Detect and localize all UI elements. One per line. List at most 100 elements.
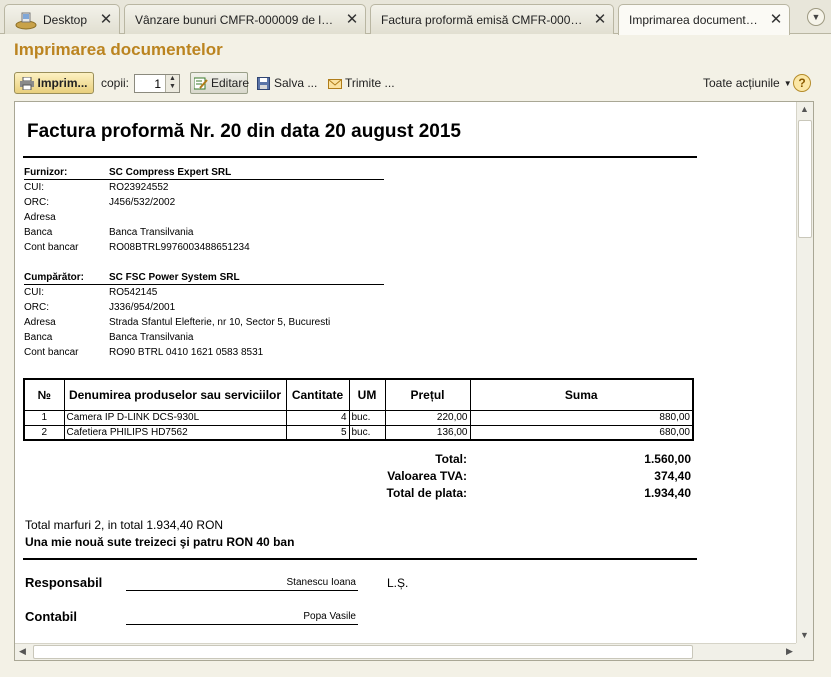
chevron-down-icon: ▼: [783, 78, 792, 88]
supplier-block: Furnizor: SC Compress Expert SRL CUI: RO2…: [24, 165, 384, 255]
all-actions-label: Toate acțiunile: [703, 76, 780, 90]
tab-desktop[interactable]: Desktop ✕: [4, 4, 120, 34]
tab-sale[interactable]: Vânzare bunuri CMFR-000009 de la 08.... …: [124, 4, 366, 34]
printer-icon: [20, 76, 35, 90]
close-icon[interactable]: ✕: [769, 12, 783, 27]
tab-proforma[interactable]: Factura proformă emisă CMFR-000020 d... …: [370, 4, 614, 34]
tab-print-documents[interactable]: Imprimarea documentelor ✕: [618, 4, 790, 35]
cell-number: 1: [23, 409, 65, 426]
save-label: Salva ...: [274, 76, 318, 90]
close-icon[interactable]: ✕: [99, 12, 113, 27]
scroll-thumb[interactable]: [798, 120, 812, 238]
field-value: RO542145: [109, 287, 158, 298]
cell-unit: buc.: [348, 424, 386, 441]
supplier-heading-label: Furnizor:: [24, 167, 68, 178]
send-button[interactable]: Trimite ...: [328, 72, 395, 94]
tab-label: Factura proformă emisă CMFR-000020 d...: [381, 12, 587, 27]
field-label: CUI:: [24, 182, 44, 193]
stamp-label: L.Ș.: [387, 576, 409, 590]
scroll-left-icon[interactable]: ◀: [15, 644, 30, 659]
vat-value: 374,40: [654, 469, 691, 483]
field-value: RO08BTRL9976003488651234: [109, 242, 250, 253]
print-button[interactable]: Imprim...: [14, 72, 94, 94]
field-label: CUI:: [24, 287, 44, 298]
grand-total-row: Total de plata: 1.934,40: [355, 486, 691, 500]
accountant-signature-line: Popa Vasile: [126, 610, 358, 625]
printed-document: Factura proformă Nr. 20 din data 20 augu…: [15, 102, 797, 643]
column-header: Suma: [469, 378, 694, 411]
cell-product: Camera IP D-LINK DCS-930L: [63, 409, 287, 426]
save-button[interactable]: Salva ...: [257, 72, 317, 94]
column-header: Cantitate: [285, 378, 350, 411]
responsible-signature-line: Stanescu Ioana: [126, 576, 358, 591]
cell-unit: buc.: [348, 409, 386, 426]
scroll-thumb[interactable]: [33, 645, 693, 659]
field-label: Banca: [24, 332, 53, 343]
column-header: Prețul: [384, 378, 471, 411]
total-row: Total: 1.560,00: [355, 452, 691, 466]
field-value: Banca Transilvania: [109, 332, 194, 343]
print-label: Imprim...: [37, 76, 88, 90]
supplier-name: SC Compress Expert SRL: [109, 167, 232, 178]
copies-stepper[interactable]: 1 ▲ ▼: [134, 74, 180, 93]
vat-label: Valoarea TVA:: [387, 469, 467, 483]
grand-total-value: 1.934,40: [644, 486, 691, 500]
field-value: Strada Sfantul Elefterie, nr 10, Sector …: [109, 317, 331, 328]
field-label: Cont bancar: [24, 242, 79, 253]
edit-label: Editare: [211, 76, 250, 90]
cell-price: 136,00: [384, 424, 471, 441]
edit-icon: [193, 77, 208, 90]
tab-label: Desktop: [43, 12, 88, 27]
cell-number: 2: [23, 424, 65, 441]
amount-in-words: Una mie nouă sute treizeci şi patru RON …: [25, 535, 295, 549]
table-row: 2 Cafetiera PHILIPS HD7562 5 buc. 136,00…: [23, 424, 694, 441]
toolbar: Imprim... copii: 1 ▲ ▼ Editare Salva ... …: [0, 70, 831, 98]
tab-label: Vânzare bunuri CMFR-000009 de la 08....: [135, 12, 339, 27]
floppy-icon: [257, 76, 271, 90]
tab-label: Imprimarea documentelor: [629, 13, 763, 27]
column-header: UM: [348, 378, 386, 411]
table-header-row: № Denumirea produselor sau serviciilor C…: [23, 378, 694, 411]
vat-row: Valoarea TVA: 374,40: [355, 469, 691, 483]
edit-button[interactable]: Editare: [190, 72, 250, 94]
desktop-icon: [15, 10, 37, 30]
field-value: Banca Transilvania: [109, 227, 194, 238]
total-label: Total:: [435, 452, 467, 466]
field-label: Adresa: [24, 317, 56, 328]
copies-value: 1: [154, 77, 161, 91]
send-label: Trimite ...: [345, 76, 395, 90]
close-icon[interactable]: ✕: [593, 12, 607, 27]
items-table: № Denumirea produselor sau serviciilor C…: [23, 378, 694, 441]
column-header: Denumirea produselor sau serviciilor: [63, 378, 287, 411]
column-header: №: [23, 378, 65, 411]
scroll-right-icon[interactable]: ▶: [782, 644, 797, 659]
tabs-menu-icon[interactable]: ▼: [807, 8, 825, 26]
help-button[interactable]: ?: [793, 74, 811, 92]
total-value: 1.560,00: [644, 452, 691, 466]
cell-amount: 880,00: [469, 409, 694, 426]
table-row: 1 Camera IP D-LINK DCS-930L 4 buc. 220,0…: [23, 409, 694, 426]
document-viewer[interactable]: Factura proformă Nr. 20 din data 20 augu…: [14, 101, 814, 661]
page-title: Imprimarea documentelor: [14, 40, 223, 59]
field-label: ORC:: [24, 302, 49, 313]
responsible-label: Responsabil: [25, 575, 103, 590]
summary-line: Total marfuri 2, in total 1.934,40 RON: [25, 518, 224, 532]
vertical-scrollbar[interactable]: ▲ ▼: [796, 102, 813, 643]
envelope-icon: [328, 77, 342, 90]
scroll-down-icon[interactable]: ▼: [797, 628, 812, 643]
spin-arrows-icon[interactable]: ▲ ▼: [165, 75, 179, 92]
scroll-corner: [796, 643, 813, 660]
field-value: RO90 BTRL 0410 1621 0583 8531: [109, 347, 264, 358]
close-icon[interactable]: ✕: [345, 12, 359, 27]
field-value: RO23924552: [109, 182, 169, 193]
scroll-up-icon[interactable]: ▲: [797, 102, 812, 117]
divider: [23, 558, 697, 560]
buyer-heading-label: Cumpărător:: [24, 272, 85, 283]
field-label: Banca: [24, 227, 53, 238]
field-label: ORC:: [24, 197, 49, 208]
copies-label: copii:: [101, 76, 130, 90]
grand-total-label: Total de plata:: [386, 486, 467, 500]
horizontal-scrollbar[interactable]: ◀ ▶: [15, 643, 797, 660]
divider: [23, 156, 697, 158]
all-actions-menu[interactable]: Toate acțiunile ▼: [703, 72, 792, 94]
